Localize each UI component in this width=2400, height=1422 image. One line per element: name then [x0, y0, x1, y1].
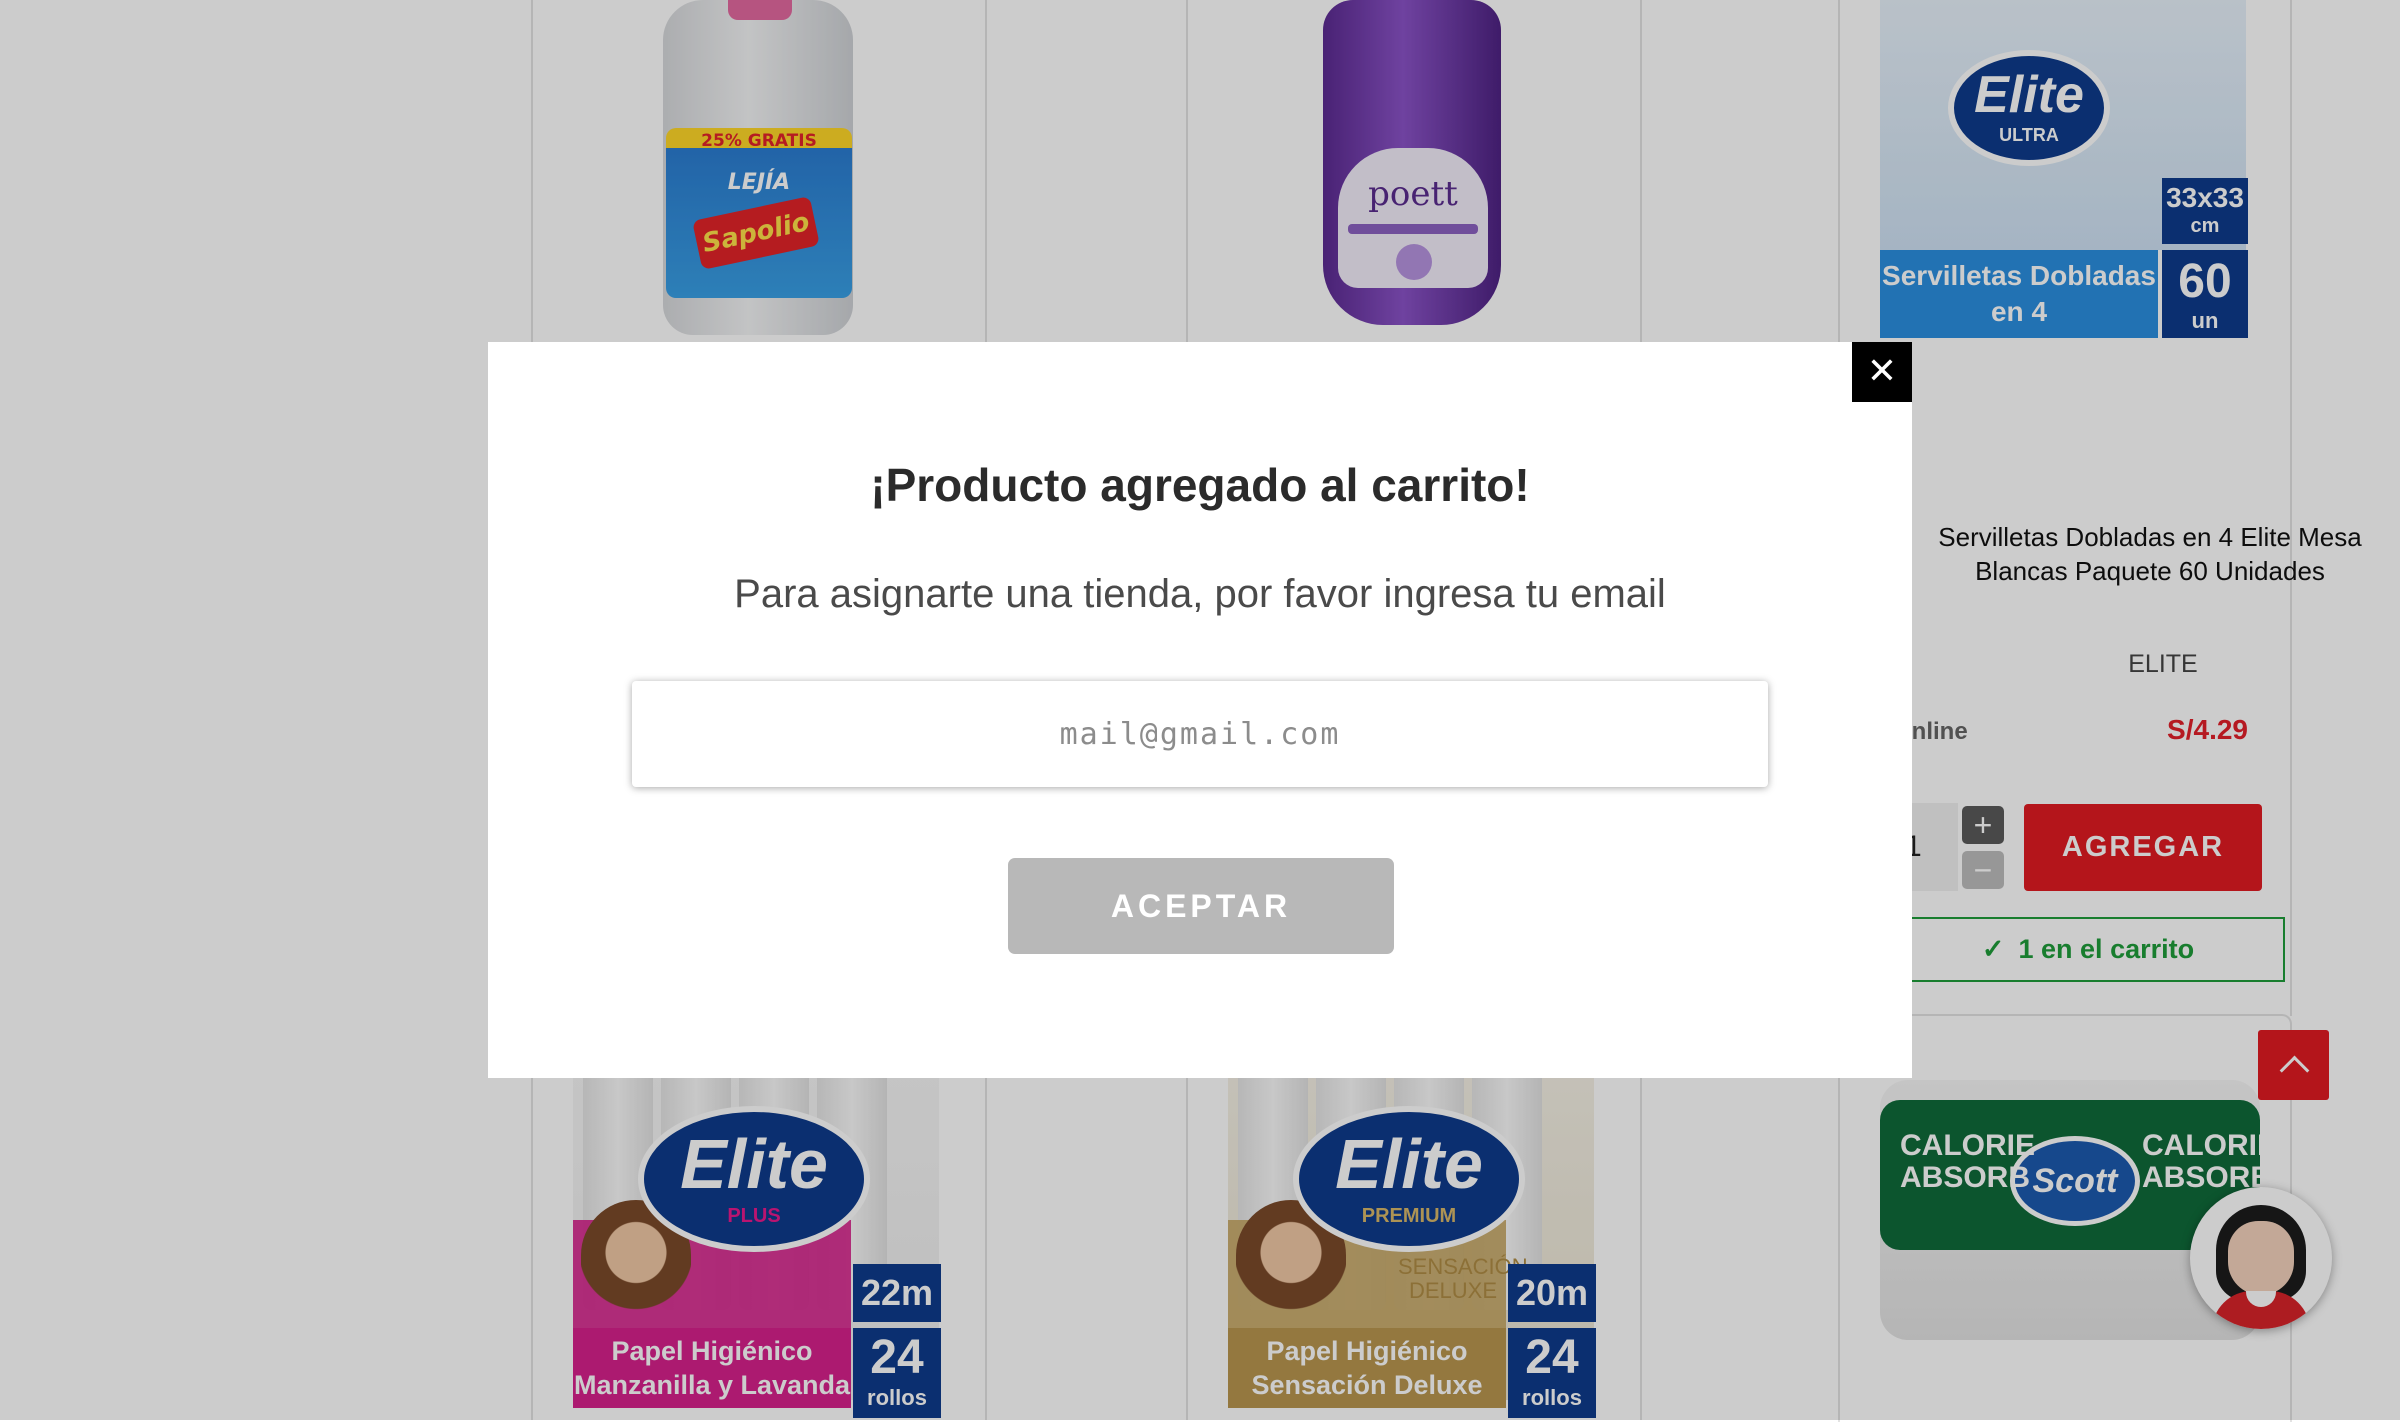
- modal-title: ¡Producto agregado al carrito!: [870, 459, 1530, 511]
- accept-button[interactable]: ACEPTAR: [1008, 858, 1394, 954]
- email-field[interactable]: [632, 681, 1768, 787]
- close-icon[interactable]: ✕: [1852, 342, 1912, 402]
- modal-subtitle: Para asignarte una tienda, por favor ing…: [734, 572, 1666, 616]
